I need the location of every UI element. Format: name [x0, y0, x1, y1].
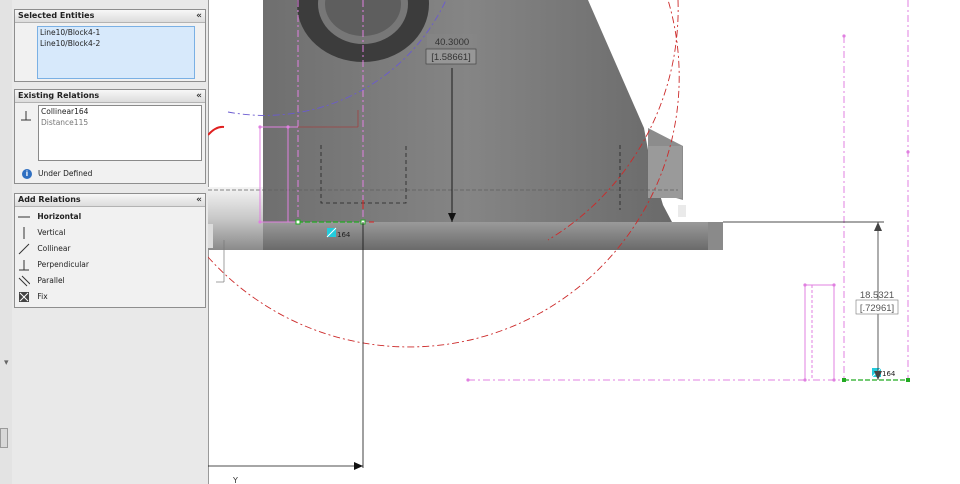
dimension-18[interactable]: 18.5321 [.72961]	[723, 221, 899, 380]
selected-entities-header[interactable]: Selected Entities «	[15, 10, 205, 23]
relation-label: Fix	[37, 292, 48, 301]
relation-label: Horizontal	[37, 212, 82, 221]
fix-icon	[19, 292, 29, 302]
add-relations-group: Add Relations « Horizontal Vertical Coll…	[14, 193, 206, 308]
relation-label: Perpendicular	[37, 260, 89, 269]
relation-tag-text: 164	[337, 231, 351, 239]
relations-perpendicular-icon	[21, 111, 31, 121]
panel-side-strip: ▾	[0, 0, 12, 484]
list-item[interactable]: Collinear164	[39, 106, 201, 117]
perpendicular-icon	[19, 260, 29, 271]
existing-relations-group: Existing Relations « Collinear164 Distan…	[14, 89, 206, 184]
collinear-icon	[18, 243, 30, 255]
collapse-icon[interactable]: «	[196, 194, 202, 206]
graphics-viewport[interactable]: 164 164 40.3000 [1.58661] 18.5321 [.7296…	[208, 0, 960, 484]
relation-collinear[interactable]: Collinear	[18, 241, 71, 257]
list-item[interactable]: Line10/Block4-2	[38, 38, 194, 49]
property-manager-panel: ▾ Selected Entities « Line10/Block4-1 Li…	[0, 0, 209, 484]
info-icon: i	[22, 169, 32, 179]
horizontal-icon	[18, 216, 30, 218]
existing-relations-header[interactable]: Existing Relations «	[15, 90, 205, 103]
list-item[interactable]: Line10/Block4-1	[38, 27, 194, 38]
bottom-dimension[interactable]	[208, 240, 363, 470]
add-relations-header[interactable]: Add Relations «	[15, 194, 205, 207]
relation-label: Collinear	[37, 244, 71, 253]
selected-arc[interactable]	[208, 125, 225, 136]
relation-perpendicular[interactable]: Perpendicular	[18, 257, 89, 273]
selected-entities-group: Selected Entities « Line10/Block4-1 Line…	[14, 9, 206, 82]
dimension-value: 18.5321	[860, 290, 894, 301]
axis-label-y: Y	[232, 476, 238, 484]
sketch-canvas[interactable]: 164 164 40.3000 [1.58661] 18.5321 [.7296…	[208, 0, 960, 484]
relation-fix[interactable]: Fix	[18, 289, 48, 305]
selected-entities-list[interactable]: Line10/Block4-1 Line10/Block4-2	[37, 26, 195, 79]
existing-relations-list[interactable]: Collinear164 Distance115	[38, 105, 202, 161]
relation-parallel[interactable]: Parallel	[18, 273, 65, 289]
vertical-icon	[23, 227, 25, 239]
status-text: Under Defined	[38, 169, 93, 178]
relation-horizontal[interactable]: Horizontal	[18, 209, 81, 225]
existing-relations-title: Existing Relations	[18, 91, 100, 100]
list-item[interactable]: Distance115	[39, 117, 201, 128]
relation-label: Vertical	[37, 228, 66, 237]
relation-label: Parallel	[37, 276, 65, 285]
dimension-value: 40.3000	[435, 37, 469, 48]
parallel-icon	[18, 275, 30, 287]
relation-vertical[interactable]: Vertical	[18, 225, 65, 241]
add-relations-title: Add Relations	[18, 195, 81, 204]
collapse-icon[interactable]: «	[196, 90, 202, 102]
dimension-alt-value: [.72961]	[860, 303, 894, 314]
relation-tag-text: 164	[882, 370, 896, 378]
selected-entities-title: Selected Entities	[18, 11, 95, 20]
side-scroll-handle[interactable]	[0, 428, 8, 448]
dimension-alt-value: [1.58661]	[431, 52, 471, 63]
side-arrow-icon[interactable]: ▾	[4, 358, 9, 368]
collapse-icon[interactable]: «	[196, 10, 202, 22]
